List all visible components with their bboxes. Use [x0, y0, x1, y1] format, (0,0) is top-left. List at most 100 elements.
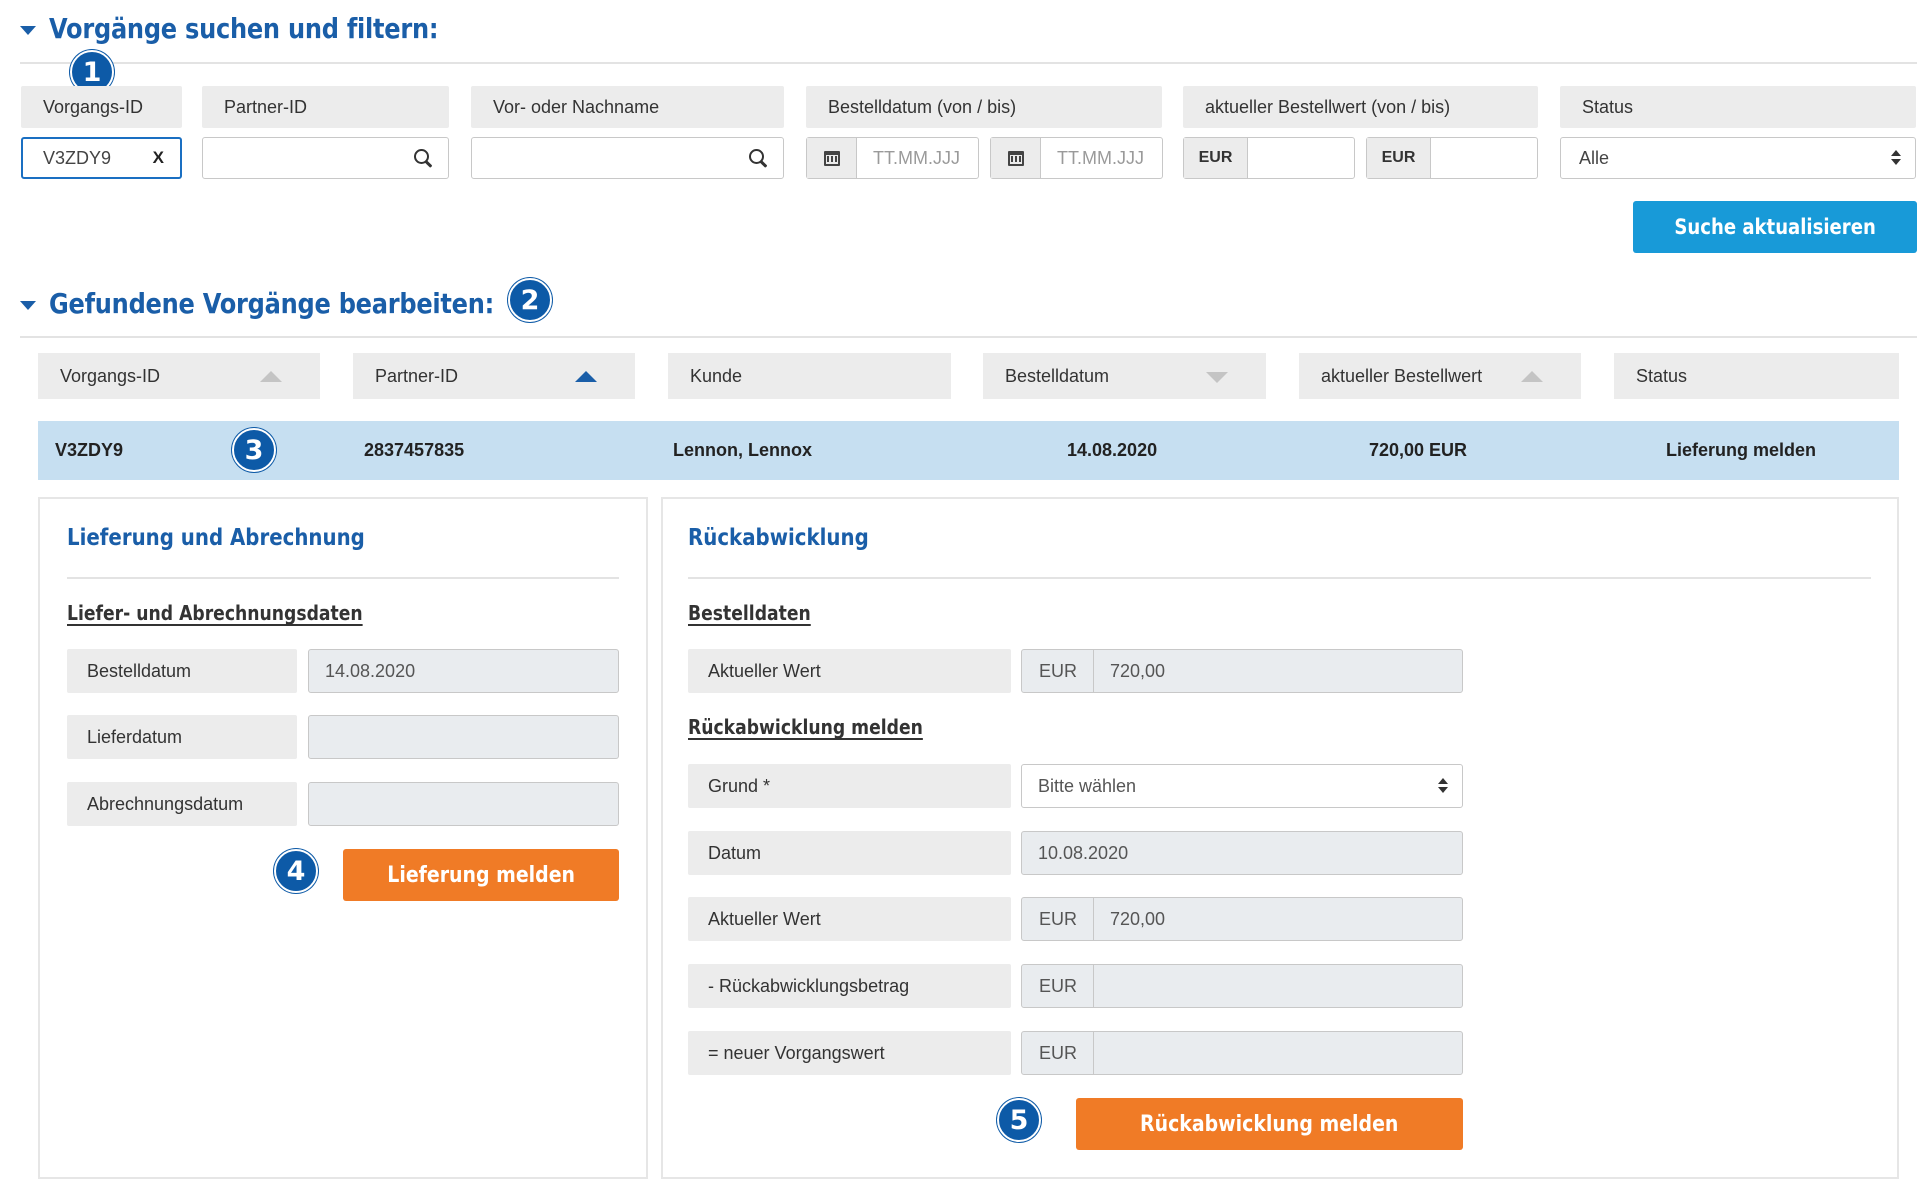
column-header-kunde[interactable]: Kunde — [668, 353, 951, 399]
current-value: 720,00 — [1110, 660, 1166, 681]
divider — [67, 577, 619, 579]
bestellwert-to-input[interactable]: EUR — [1366, 137, 1538, 179]
column-header-label: Status — [1636, 365, 1688, 386]
calendar-icon — [823, 150, 840, 166]
datum-field[interactable]: 10.08.2020 — [1021, 831, 1463, 875]
currency-addon: EUR — [1022, 965, 1094, 1007]
column-header-label: Kunde — [690, 365, 743, 386]
step-badge-3: 3 — [232, 428, 276, 472]
abrechnungsdatum-label: Abrechnungsdatum — [67, 782, 297, 826]
column-header-vorgangs-id[interactable]: Vorgangs-ID — [38, 353, 320, 399]
order-data-subtitle: Bestelldaten — [688, 601, 811, 625]
bestelldatum-value: 14.08.2020 — [325, 660, 416, 681]
column-header-partner-id[interactable]: Partner-ID — [353, 353, 635, 399]
delivery-panel: Lieferung und Abrechnung Liefer- und Abr… — [38, 497, 648, 1179]
sort-asc-icon[interactable] — [575, 371, 597, 382]
row-vorgangs-id: V3ZDY9 — [55, 440, 124, 460]
results-section-title: Gefundene Vorgänge bearbeiten: — [49, 287, 494, 320]
datum-value: 10.08.2020 — [1038, 842, 1129, 863]
row-partner-id: 2837457835 — [364, 440, 465, 460]
divider — [20, 336, 1917, 338]
divider — [20, 62, 1917, 64]
results-section-header[interactable]: Gefundene Vorgänge bearbeiten: — [20, 287, 566, 320]
calendar-button[interactable] — [807, 138, 857, 178]
table-row[interactable]: V3ZDY9 2837457835 Lennon, Lennox 14.08.2… — [38, 421, 1899, 480]
current-value-label: Aktueller Wert — [688, 649, 1011, 693]
currency-addon: EUR — [1022, 650, 1094, 692]
grund-label: Grund * — [688, 764, 1011, 808]
name-input[interactable] — [471, 137, 784, 179]
column-header-bestelldatum[interactable]: Bestelldatum — [983, 353, 1266, 399]
sort-asc-icon[interactable] — [1521, 371, 1543, 382]
column-header-label: Partner-ID — [375, 365, 459, 386]
clear-icon[interactable]: X — [153, 148, 164, 168]
partner-id-input[interactable] — [202, 137, 449, 179]
sort-desc-icon[interactable] — [1206, 372, 1228, 383]
row-kunde: Lennon, Lennox — [673, 440, 812, 460]
search-section-header[interactable]: Vorgänge suchen und filtern: — [20, 12, 502, 45]
bestellwert-from-input[interactable]: EUR — [1183, 137, 1355, 179]
delivery-panel-title: Lieferung und Abrechnung — [67, 525, 365, 551]
neuer-vorgangswert-label: = neuer Vorgangswert — [688, 1031, 1011, 1075]
bestellwert-label: aktueller Bestellwert (von / bis) — [1183, 86, 1538, 128]
status-select-value: Alle — [1579, 147, 1610, 168]
vorgangs-id-label: Vorgangs-ID — [21, 86, 182, 128]
sort-asc-icon[interactable] — [260, 371, 282, 382]
update-search-label: Suche aktualisieren — [1674, 215, 1876, 239]
bestelldatum-label: Bestelldatum (von / bis) — [806, 86, 1162, 128]
partner-id-label: Partner-ID — [202, 86, 449, 128]
step-badge-4: 4 — [274, 849, 318, 893]
caret-down-icon — [20, 301, 36, 310]
grund-select[interactable]: Bitte wählen — [1021, 764, 1463, 808]
bestelldatum-to-input[interactable]: TT.MM.JJJ — [990, 137, 1163, 179]
return-panel: Rückabwicklung Bestelldaten Aktueller We… — [661, 497, 1899, 1179]
search-icon[interactable] — [412, 147, 434, 169]
neuer-vorgangswert-field: EUR — [1021, 1031, 1463, 1075]
row-bestelldatum: 14.08.2020 — [1067, 440, 1158, 460]
rueckabwicklungsbetrag-label: - Rückabwicklungsbetrag — [688, 964, 1011, 1008]
lieferdatum-field[interactable] — [308, 715, 619, 759]
step-badge-2: 2 — [508, 278, 552, 322]
calendar-button[interactable] — [991, 138, 1041, 178]
update-search-button[interactable]: Suche aktualisieren — [1633, 201, 1917, 253]
currency-addon: EUR — [1367, 138, 1431, 178]
column-header-bestellwert[interactable]: aktueller Bestellwert — [1299, 353, 1581, 399]
datum-label: Datum — [688, 831, 1011, 875]
report-return-subtitle: Rückabwicklung melden — [688, 715, 923, 739]
name-label: Vor- oder Nachname — [471, 86, 784, 128]
lieferdatum-label: Lieferdatum — [67, 715, 297, 759]
currency-addon: EUR — [1022, 898, 1094, 940]
delivery-subtitle: Liefer- und Abrechnungsdaten — [67, 601, 363, 625]
column-header-status[interactable]: Status — [1614, 353, 1899, 399]
caret-down-icon — [20, 26, 36, 35]
row-bestellwert: 720,00 EUR — [1369, 440, 1468, 460]
rueckabwicklungsbetrag-field[interactable]: EUR — [1021, 964, 1463, 1008]
report-delivery-label: Lieferung melden — [387, 862, 575, 888]
report-return-button[interactable]: Rückabwicklung melden — [1076, 1098, 1463, 1150]
aktueller-wert-field: EUR 720,00 — [1021, 897, 1463, 941]
select-arrows-icon — [1891, 150, 1901, 166]
row-status: Lieferung melden — [1666, 440, 1817, 460]
select-arrows-icon — [1438, 778, 1448, 794]
step-badge-5: 5 — [997, 1098, 1041, 1142]
grund-select-value: Bitte wählen — [1038, 775, 1137, 796]
currency-addon: EUR — [1022, 1032, 1094, 1074]
status-select[interactable]: Alle — [1560, 137, 1916, 179]
bestelldatum-from-input[interactable]: TT.MM.JJJ — [806, 137, 979, 179]
vorgangs-id-input[interactable]: V3ZDY9 X — [21, 137, 182, 179]
search-icon[interactable] — [747, 147, 769, 169]
column-header-label: aktueller Bestellwert — [1321, 365, 1483, 386]
status-label: Status — [1560, 86, 1916, 128]
calendar-icon — [1007, 150, 1024, 166]
bestelldatum-label: Bestelldatum — [67, 649, 297, 693]
column-header-label: Vorgangs-ID — [60, 365, 161, 386]
date-placeholder: TT.MM.JJJ — [1057, 147, 1144, 168]
report-delivery-button[interactable]: Lieferung melden — [343, 849, 619, 901]
aktueller-wert-value: 720,00 — [1110, 908, 1166, 929]
aktueller-wert-label: Aktueller Wert — [688, 897, 1011, 941]
column-header-label: Bestelldatum — [1005, 365, 1110, 386]
search-section-title: Vorgänge suchen und filtern: — [49, 12, 439, 45]
vorgangs-id-value: V3ZDY9 — [43, 147, 112, 168]
bestelldatum-field: 14.08.2020 — [308, 649, 619, 693]
abrechnungsdatum-field[interactable] — [308, 782, 619, 826]
